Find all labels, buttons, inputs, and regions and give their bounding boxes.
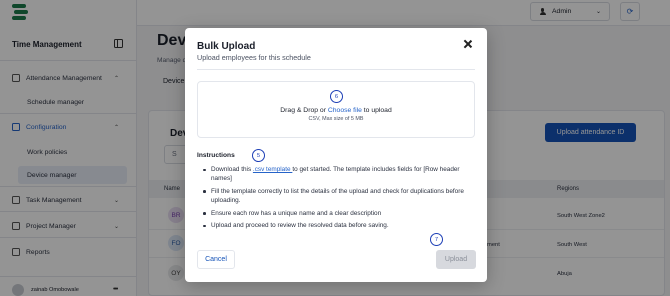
instruction-text: Download this — [211, 166, 253, 173]
choose-file-link[interactable]: Choose file — [328, 107, 362, 114]
modal-divider — [197, 69, 475, 70]
instruction-item: Ensure each row has a unique name and a … — [203, 209, 469, 218]
csv-template-link[interactable]: .csv template — [253, 166, 292, 173]
cancel-button[interactable]: Cancel — [197, 250, 235, 269]
instruction-item: Fill the template correctly to list the … — [203, 187, 469, 206]
step-badge-7: 7 — [430, 233, 443, 246]
instructions-title: Instructions — [197, 152, 235, 159]
step-badge-5: 5 — [252, 149, 265, 162]
instruction-item: Upload and proceed to review the resolve… — [203, 221, 469, 230]
modal-title: Bulk Upload — [197, 41, 256, 52]
instruction-item: Download this .csv template to get start… — [203, 165, 469, 184]
dropzone-hint: CSV, Max size of 5 MB — [308, 116, 364, 122]
upload-button[interactable]: Upload — [436, 250, 476, 269]
dropzone-text: Drag & Drop or Choose file to upload — [198, 107, 474, 114]
file-dropzone[interactable]: 6 Drag & Drop or Choose file to upload C… — [197, 81, 475, 138]
dropzone-drag-text: Drag & Drop or — [280, 107, 328, 114]
bulk-upload-modal: Bulk Upload Upload employees for this sc… — [185, 28, 487, 282]
dropzone-after-text: to upload — [361, 107, 392, 114]
modal-subtitle: Upload employees for this schedule — [197, 53, 311, 62]
instructions-list: Download this .csv template to get start… — [203, 165, 469, 233]
close-icon[interactable] — [463, 39, 473, 49]
step-badge-6: 6 — [330, 90, 343, 103]
